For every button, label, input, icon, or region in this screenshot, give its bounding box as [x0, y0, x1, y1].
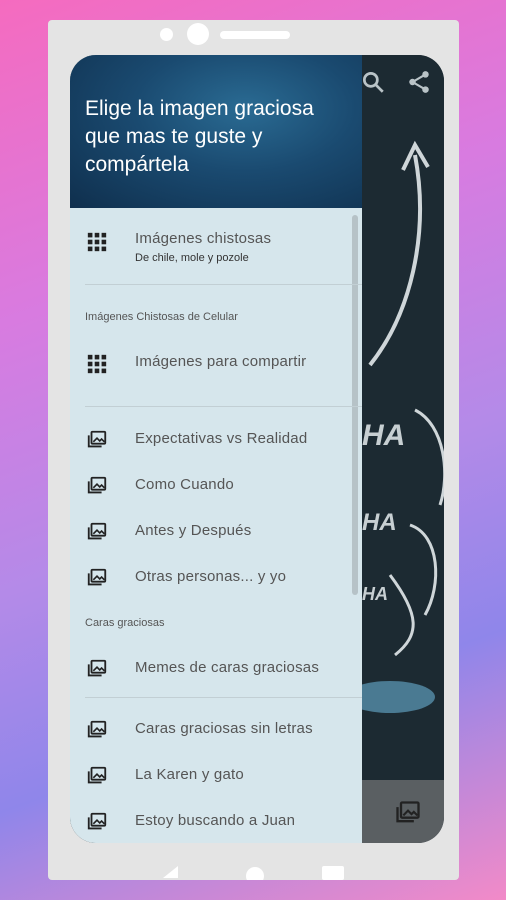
- bg-ha-3: HA: [362, 584, 388, 604]
- drawer-item-label: Memes de caras graciosas: [135, 659, 320, 676]
- photo-library-icon: [87, 766, 107, 784]
- app-screen: HA HA HA Elige la imagen graciosa que ma…: [70, 55, 444, 843]
- drawer-item-sublabel: De chile, mole y pozole: [135, 252, 249, 264]
- drawer-item-label: Expectativas vs Realidad: [135, 430, 308, 447]
- drawer-item-label: Imágenes chistosas: [135, 230, 272, 247]
- bg-ha-1: HA: [362, 419, 405, 452]
- drawer-item-label: Como Cuando: [135, 476, 234, 493]
- photo-library-icon: [87, 812, 107, 830]
- drawer-item-la-karen[interactable]: La Karen y gato: [70, 763, 362, 803]
- divider: [85, 697, 362, 698]
- drawer-item-imagenes-chistosas[interactable]: Imágenes chistosas De chile, mole y pozo…: [70, 227, 362, 283]
- phone-top-bezel: [48, 20, 459, 50]
- navigation-drawer: Elige la imagen graciosa que mas te gust…: [70, 55, 362, 843]
- drawer-item-label: La Karen y gato: [135, 766, 244, 783]
- photo-library-icon: [87, 522, 107, 540]
- drawer-item-memes-caras[interactable]: Memes de caras graciosas: [70, 656, 362, 696]
- share-icon[interactable]: [406, 69, 432, 95]
- photo-library-icon[interactable]: [394, 799, 422, 827]
- drawer-item-label: Caras graciosas sin letras: [135, 720, 313, 737]
- back-icon: [163, 866, 178, 878]
- drawer-item-antes-y-despues[interactable]: Antes y Después: [70, 519, 362, 559]
- drawer-item-label: Otras personas... y yo: [135, 568, 287, 585]
- drawer-item-label: Estoy buscando a Juan: [135, 812, 296, 829]
- front-camera: [187, 23, 209, 45]
- drawer-header: Elige la imagen graciosa que mas te gust…: [70, 55, 362, 208]
- drawer-item-expectativas[interactable]: Expectativas vs Realidad: [70, 427, 362, 467]
- photo-library-icon: [87, 430, 107, 448]
- drawer-title: Elige la imagen graciosa que mas te gust…: [85, 97, 314, 176]
- drawer-item-imagenes-para-compartir[interactable]: Imágenes para compartir: [70, 350, 362, 390]
- divider: [85, 284, 362, 285]
- sensor-dot: [160, 28, 173, 41]
- photo-library-icon: [87, 720, 107, 738]
- drawer-item-caras-sin-letras[interactable]: Caras graciosas sin letras: [70, 717, 362, 757]
- grid-icon: [87, 232, 107, 252]
- drawer-item-label: Antes y Después: [135, 522, 252, 539]
- earpiece-speaker: [220, 31, 290, 39]
- photo-library-icon: [87, 476, 107, 494]
- home-icon: [246, 867, 264, 880]
- divider: [85, 406, 362, 407]
- section-header: Imágenes Chistosas de Celular: [85, 311, 238, 323]
- section-header: Caras graciosas: [85, 617, 165, 629]
- search-icon[interactable]: [360, 69, 386, 95]
- phone-frame: HA HA HA Elige la imagen graciosa que ma…: [48, 20, 459, 880]
- drawer-item-estoy-buscando[interactable]: Estoy buscando a Juan: [70, 809, 362, 843]
- drawer-item-como-cuando[interactable]: Como Cuando: [70, 473, 362, 513]
- recents-icon: [322, 866, 344, 880]
- drawer-item-label: Imágenes para compartir: [135, 353, 307, 370]
- drawer-item-otras-personas[interactable]: Otras personas... y yo: [70, 565, 362, 605]
- photo-library-icon: [87, 568, 107, 586]
- grid-icon: [87, 354, 107, 374]
- system-nav-bar: [163, 866, 344, 880]
- photo-library-icon: [87, 659, 107, 677]
- bg-ha-2: HA: [362, 509, 397, 536]
